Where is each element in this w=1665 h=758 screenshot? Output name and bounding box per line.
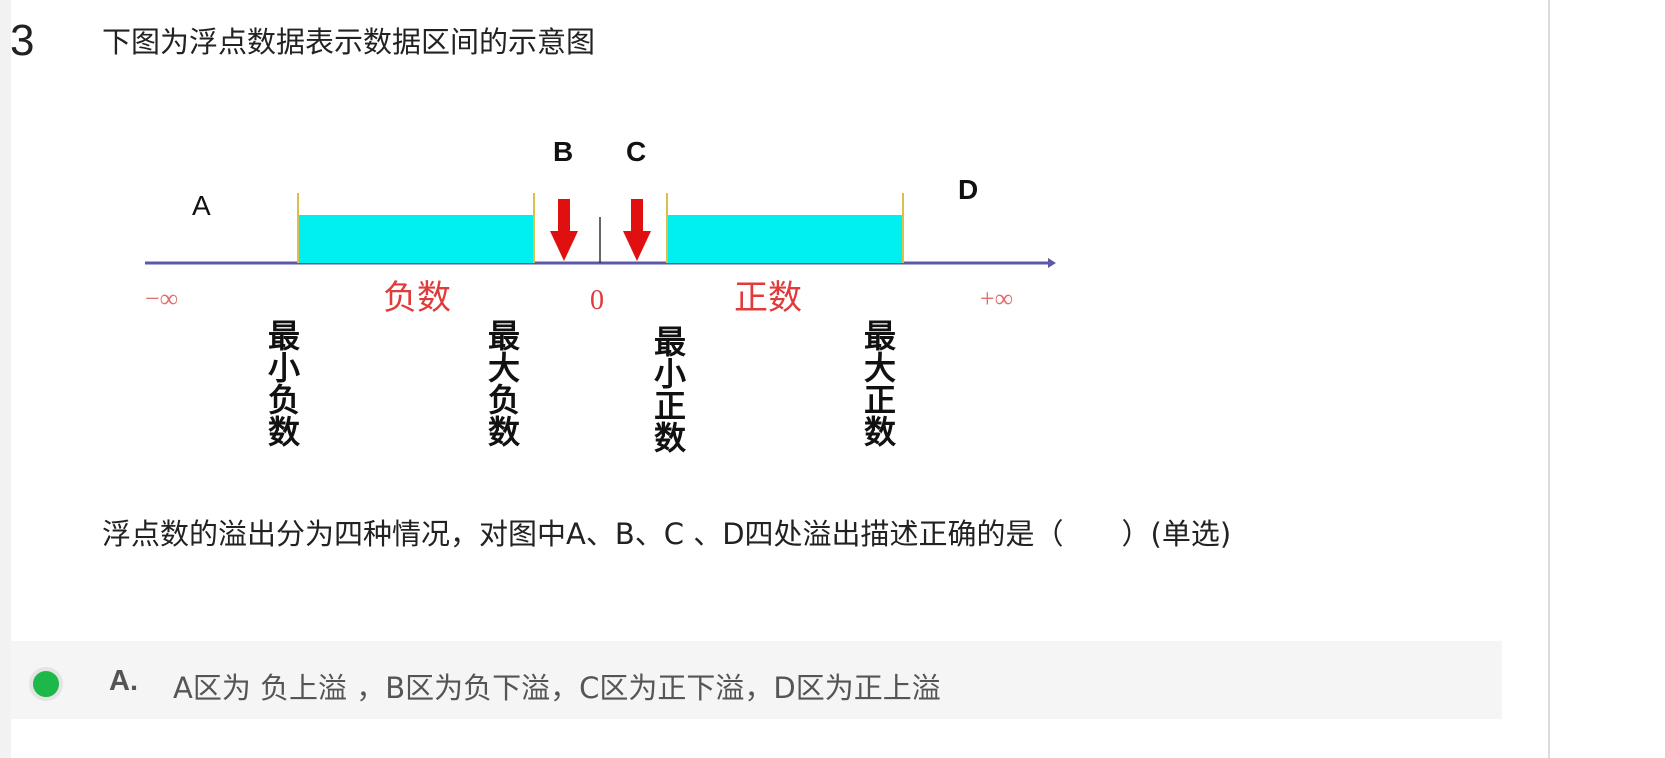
max-negative-label: 最大负数 [483,319,521,448]
float-range-diagram: A B C D −∞ 负数 0 正数 +∞ 最小负数 最大负数 最小正数 最大正… [145,136,1056,454]
option-a-text: A区为 负上溢 ，B区为负下溢，C区为正下溢，D区为正上溢 [173,671,941,705]
negative-range-bar [298,215,534,263]
option-a-key: A. [109,665,138,697]
option-a-row[interactable]: A. A区为 负上溢 ，B区为负下溢，C区为正下溢，D区为正上溢 [11,641,1502,719]
axis-arrowhead [1048,258,1056,268]
min-negative-label: 最小负数 [263,319,301,448]
question-title: 下图为浮点数据表示数据区间的示意图 [102,25,596,59]
positive-range-bar [667,215,903,263]
pos-infinity-label: +∞ [980,284,1013,313]
question-body: 浮点数的溢出分为四种情况，对图中A、B、C 、D四处溢出描述正确的是（ ）(单选… [102,517,1232,551]
label-a: A [192,190,211,221]
label-b: B [553,136,573,167]
radio-selected-icon[interactable] [29,667,63,701]
neg-infinity-label: −∞ [145,284,178,313]
label-d: D [958,174,978,205]
right-margin-rule [1548,0,1550,758]
zero-label: 0 [590,285,604,316]
arrow-b-icon [550,199,578,261]
min-positive-label: 最小正数 [649,325,687,454]
left-margin-rule [0,0,11,758]
max-positive-label: 最大正数 [859,319,897,448]
arrow-c-icon [623,199,651,261]
label-c: C [626,136,646,167]
question-number: 3 [10,16,35,65]
positive-label: 正数 [734,278,802,318]
negative-label: 负数 [383,278,451,318]
